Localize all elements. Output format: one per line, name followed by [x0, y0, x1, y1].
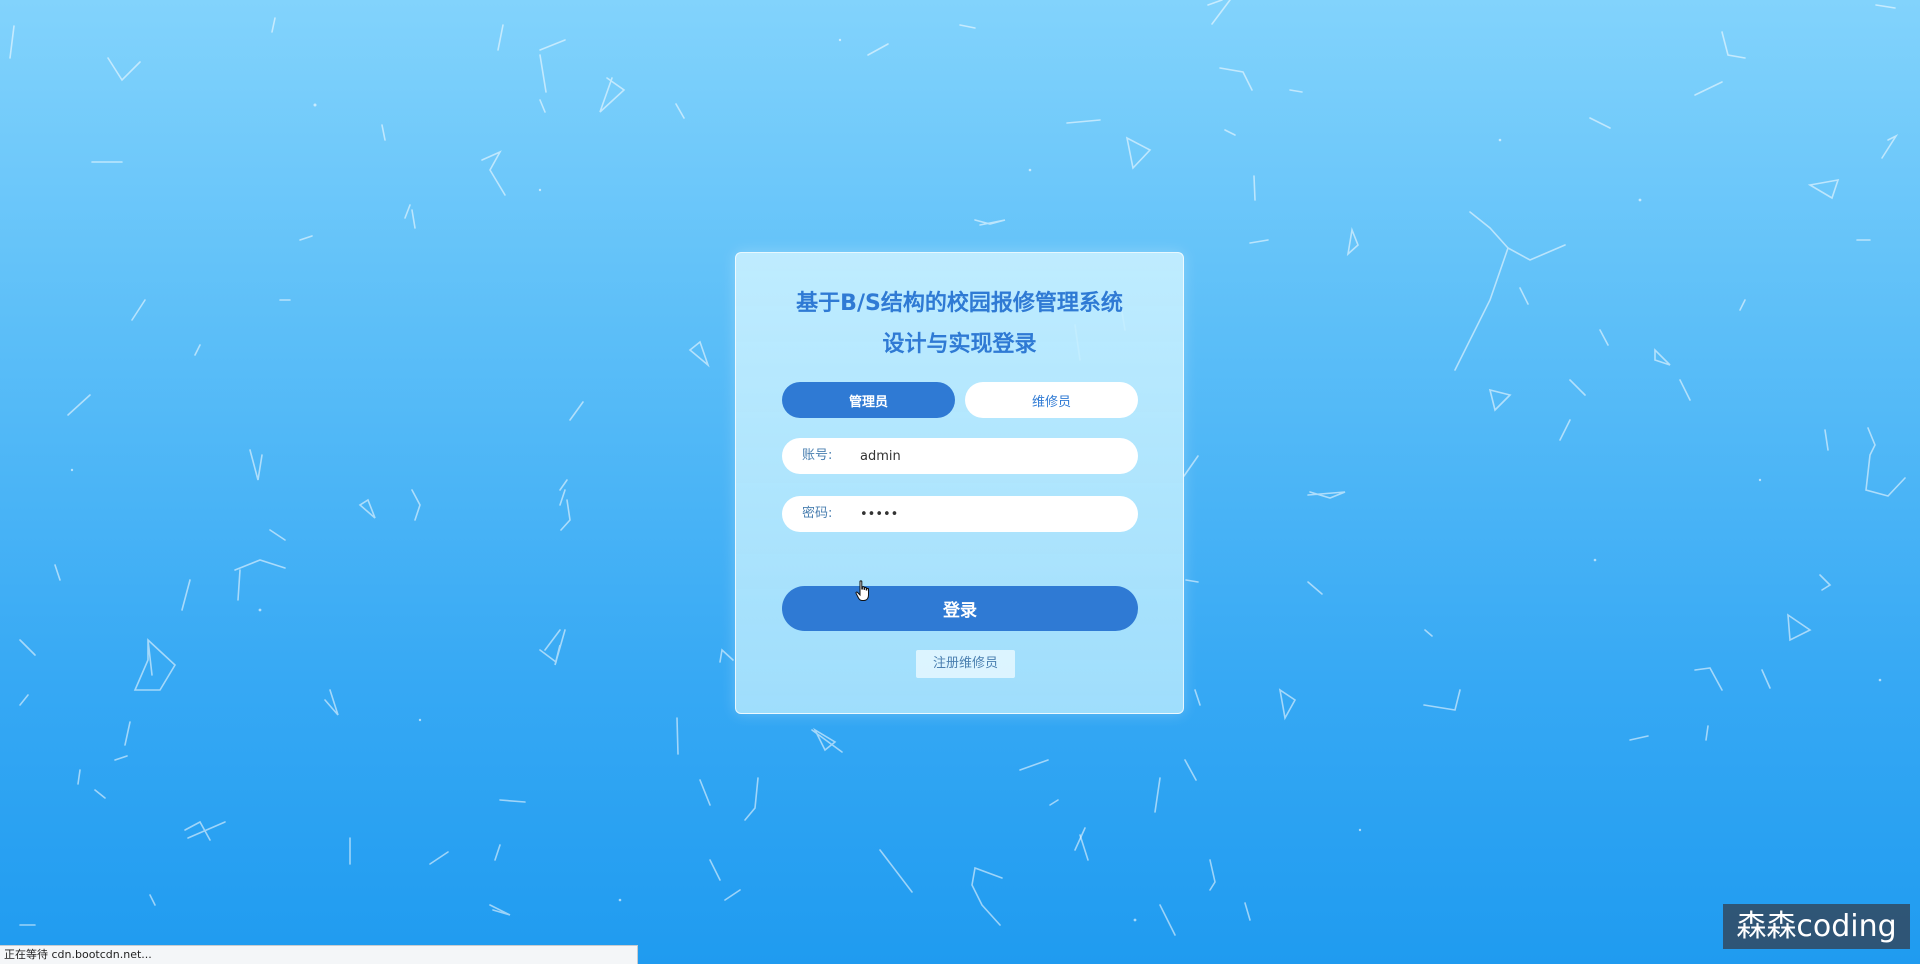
- hand-pointer-icon: [855, 580, 869, 601]
- register-repairer-link[interactable]: 注册维修员: [916, 650, 1015, 678]
- browser-status-bar: 正在等待 cdn.bootcdn.net...: [0, 945, 638, 964]
- account-field[interactable]: 账号:: [782, 438, 1138, 474]
- login-title: 基于B/S结构的校园报修管理系统 设计与实现登录: [736, 283, 1183, 365]
- login-button[interactable]: 登录: [782, 586, 1138, 631]
- login-card: 基于B/S结构的校园报修管理系统 设计与实现登录 管理员 维修员 账号: 密码:…: [735, 252, 1184, 714]
- password-field[interactable]: 密码:: [782, 496, 1138, 532]
- account-label: 账号:: [802, 448, 833, 463]
- password-input[interactable]: [860, 502, 1120, 526]
- role-repairer-button[interactable]: 维修员: [965, 382, 1138, 418]
- watermark: 森森coding: [1723, 904, 1910, 949]
- role-admin-button[interactable]: 管理员: [782, 382, 955, 418]
- password-label: 密码:: [802, 506, 833, 521]
- login-title-line2: 设计与实现登录: [882, 332, 1037, 357]
- login-title-line1: 基于B/S结构的校园报修管理系统: [796, 291, 1123, 316]
- account-input[interactable]: [860, 444, 1120, 468]
